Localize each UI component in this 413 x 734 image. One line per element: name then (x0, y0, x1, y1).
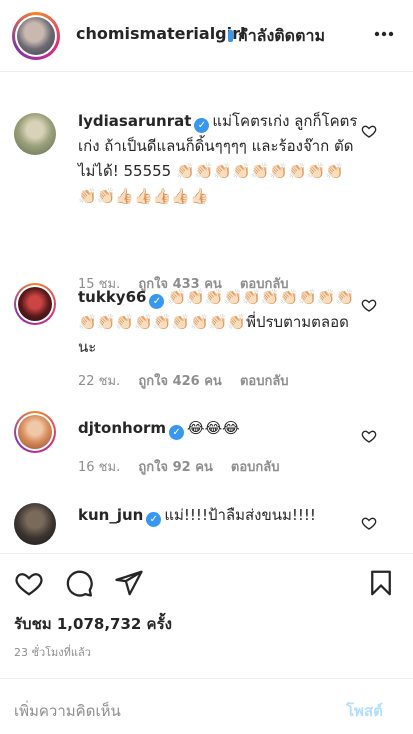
comment-time: 16 ชม. (78, 460, 121, 475)
post-header: chomismaterialgirl กำลังติดตาม (0, 0, 413, 72)
comment-input-row: เพิ่มความคิดเห็น โพสต์ (0, 678, 413, 734)
verified-badge-icon: ✓ (146, 512, 162, 527)
view-count[interactable]: รับชม 1,078,732 ครั้ง (14, 612, 172, 636)
comment-like-heart-icon[interactable] (361, 428, 377, 444)
bookmark-icon[interactable] (366, 568, 396, 598)
heart-icon[interactable] (14, 568, 44, 598)
comment-list[interactable]: lydiasarunrat ✓ แม่โคตรเก่ง ลูกก็โคตรเก่ง … (0, 73, 413, 553)
comment-likes[interactable]: ถูกใจ 92 คน (138, 460, 212, 475)
verified-badge-icon: ✓ (194, 118, 210, 133)
comment-like-heart-icon[interactable] (361, 297, 377, 313)
header-username[interactable]: chomismaterialgirl (76, 24, 245, 43)
comment-username[interactable]: tukky66 (78, 288, 146, 306)
comment-text: 😂😂😂 (187, 419, 240, 437)
comment-avatar[interactable] (14, 283, 56, 325)
verified-badge-icon: ✓ (169, 425, 185, 440)
comment-likes[interactable]: ถูกใจ 426 คน (138, 374, 221, 389)
following-button[interactable]: กำลังติดตาม (238, 24, 325, 49)
comment-username[interactable]: djtonhorm (78, 419, 166, 437)
header-avatar[interactable] (12, 12, 60, 60)
comment-time: 22 ชม. (78, 374, 121, 389)
comment-username[interactable]: kun_jun (78, 506, 143, 524)
comment-avatar[interactable] (14, 503, 56, 545)
post-actions: รับชม 1,078,732 ครั้ง 23 ชั่วโมงที่แล้ว … (0, 553, 413, 734)
add-comment-input[interactable]: เพิ่มความคิดเห็น (14, 699, 121, 723)
reply-button[interactable]: ตอบกลับ (240, 374, 289, 389)
comment-text: แม่!!!!ป้าลืมส่งขนม!!!! (164, 506, 316, 524)
comment-avatar[interactable] (14, 113, 56, 155)
send-icon[interactable] (114, 568, 144, 598)
comment-avatar[interactable] (14, 411, 56, 453)
comment-like-heart-icon[interactable] (361, 123, 377, 139)
reply-button[interactable]: ตอบกลับ (231, 460, 280, 475)
header-verified-mark (228, 30, 233, 42)
verified-badge-icon: ✓ (149, 294, 165, 309)
header-avatar-image (17, 17, 55, 55)
comment-username[interactable]: lydiasarunrat (78, 112, 191, 130)
post-comment-button[interactable]: โพสต์ (346, 699, 383, 723)
posted-time: 23 ชั่วโมงที่แล้ว (14, 646, 91, 659)
more-horizontal-icon[interactable] (372, 22, 396, 46)
comment-icon[interactable] (64, 568, 94, 598)
comment-like-heart-icon[interactable] (361, 515, 377, 531)
